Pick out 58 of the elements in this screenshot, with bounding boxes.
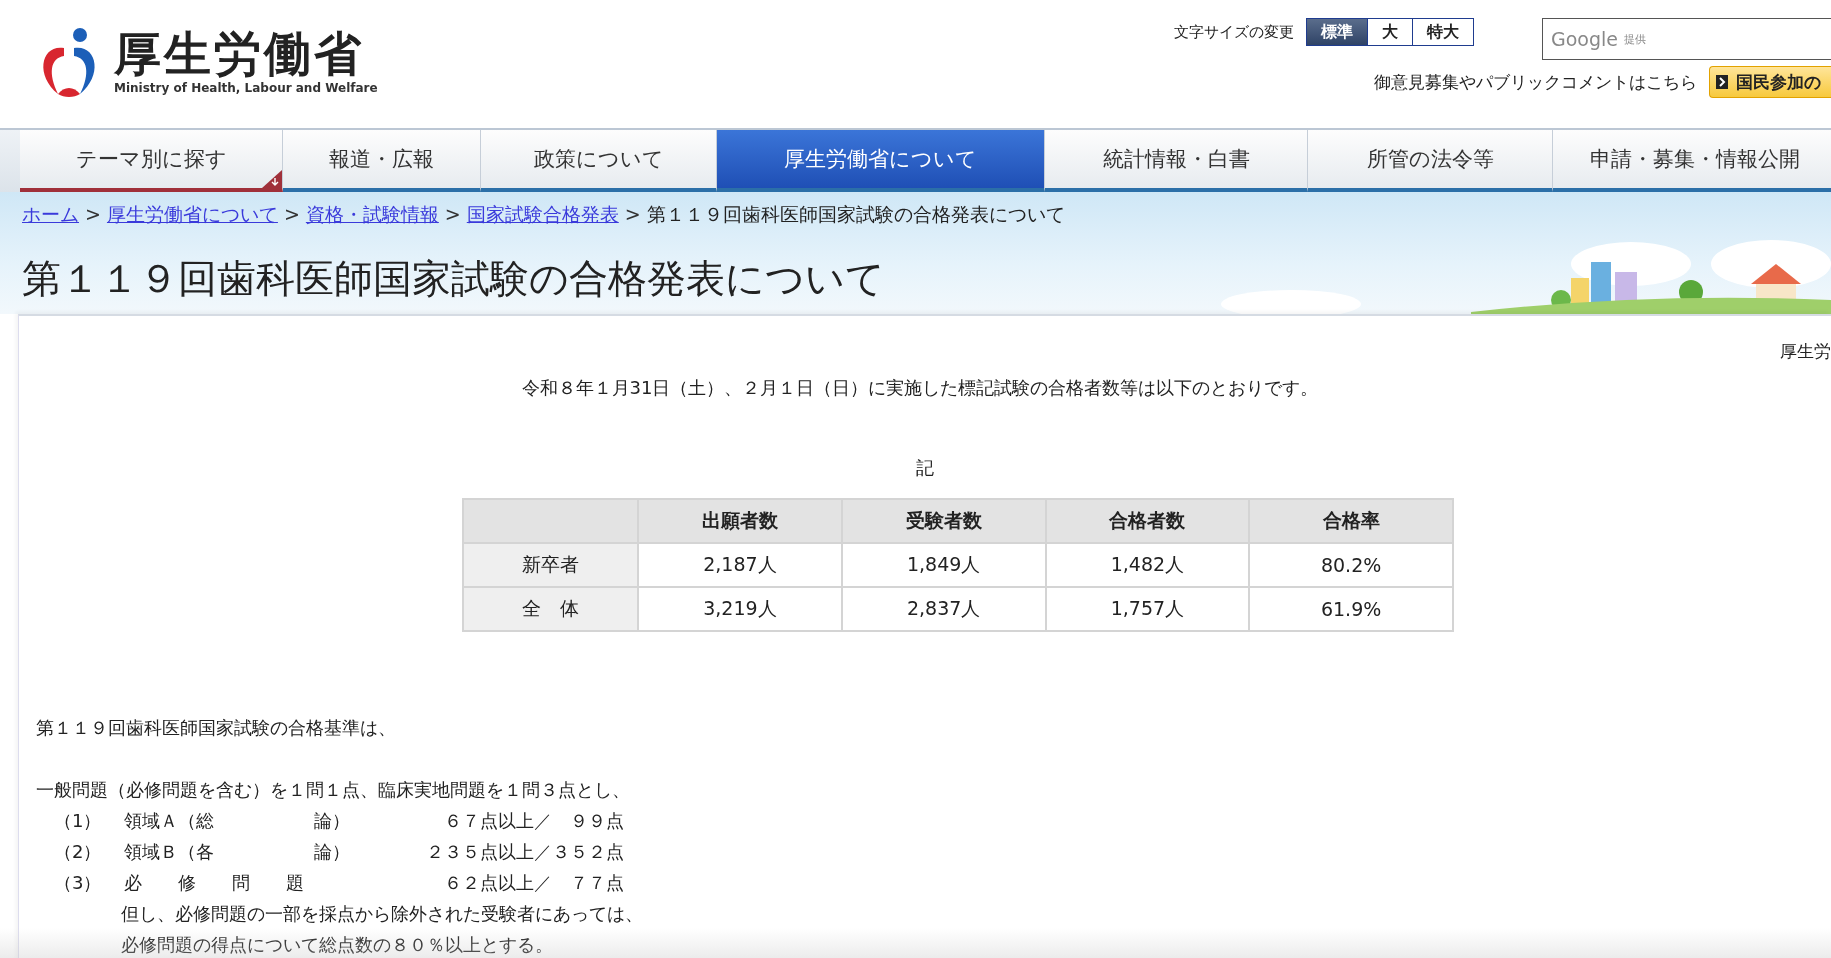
nav-tab[interactable]: 統計情報・白書	[1045, 130, 1308, 192]
font-size-label: 文字サイズの変更	[1174, 22, 1294, 42]
criteria-name: 領域Ｂ（各	[124, 840, 215, 864]
table-row-header: 新卒者	[463, 543, 638, 587]
criteria-note: 必修問題の得点について総点数の８０％以上とする。	[121, 933, 554, 957]
criteria-score: ６２点以上／ ７７点	[443, 871, 625, 895]
table-header-cell: 出願者数	[638, 499, 842, 543]
table-cell: 3,219人	[638, 587, 842, 631]
table-cell: 2,187人	[638, 543, 842, 587]
nav-tab[interactable]: 所管の法令等	[1308, 130, 1553, 192]
table-cell: 61.9%	[1249, 587, 1453, 631]
page-title: 第１１９回歯科医師国家試験の合格発表について	[22, 255, 885, 303]
criteria-name-end: 論）	[314, 840, 351, 864]
criteria-score: ２３５点以上／３５２点	[425, 840, 625, 864]
table-header-cell: 合格率	[1249, 499, 1453, 543]
breadcrumb-separator: >	[444, 203, 461, 225]
criteria-number: （2）	[54, 840, 103, 864]
nav-tab[interactable]: 申請・募集・情報公開	[1553, 130, 1831, 192]
table-cell: 1,757人	[1045, 587, 1250, 631]
criteria-score: ６７点以上／ ９９点	[443, 809, 625, 833]
breadcrumb-separator: >	[283, 203, 300, 225]
nav-tab[interactable]: 報道・広報	[283, 130, 481, 192]
arrow-icon	[1716, 75, 1728, 89]
note-heading: 記	[915, 456, 935, 480]
table-header-cell: 受験者数	[841, 499, 1046, 543]
breadcrumb-separator: >	[624, 203, 641, 225]
breadcrumb-link[interactable]: ホーム	[22, 202, 79, 228]
criteria-heading: 第１１９回歯科医師国家試験の合格基準は、	[36, 716, 397, 740]
participation-button[interactable]: 国民参加の	[1709, 66, 1831, 98]
site-logo-subtitle: Ministry of Health, Labour and Welfare	[114, 80, 378, 95]
breadcrumb-separator: >	[85, 203, 101, 225]
font-size-button[interactable]: 標準	[1307, 19, 1367, 45]
down-arrow-icon	[262, 170, 282, 188]
breadcrumb-link[interactable]: 厚生労働省について	[106, 202, 278, 228]
criteria-note: 但し、必修問題の一部を採点から除外された受験者にあっては、	[121, 902, 644, 926]
table-cell: 80.2%	[1249, 543, 1453, 587]
nav-tab[interactable]: 政策について	[481, 130, 717, 192]
scoring-text: 一般問題（必修問題を含む）を１問１点、臨床実地問題を１問３点とし、	[36, 778, 631, 802]
site-logo-title: 厚生労働省	[114, 29, 365, 77]
public-comment-link[interactable]: 御意見募集やパブリックコメントはこちら	[1374, 70, 1697, 94]
criteria-name: 必 修 問 題	[124, 871, 305, 895]
table-header-cell: 合格者数	[1045, 499, 1250, 543]
criteria-name-end: 論）	[314, 809, 351, 833]
intro-text: 令和８年１月31日（土）、２月１日（日）に実施した標記試験の合格者数等は以下のとおりです。	[520, 376, 1320, 400]
table-cell: 1,849人	[841, 543, 1046, 587]
breadcrumb-current: 第１１９回歯科医師国家試験の合格発表について	[646, 202, 1065, 227]
breadcrumb-link[interactable]: 国家試験合格発表	[466, 202, 619, 228]
criteria-number: （3）	[54, 871, 103, 895]
table-cell: 1,482人	[1045, 543, 1250, 587]
corner-text: 厚生労	[1780, 340, 1831, 363]
criteria-name: 領域Ａ（総	[124, 809, 215, 833]
nav-tab[interactable]: 厚生労働省について	[717, 130, 1045, 192]
search-field[interactable]: Google 提供	[1542, 18, 1831, 60]
table-cell: 2,837人	[841, 587, 1046, 631]
table-row-header: 全 体	[463, 587, 638, 631]
breadcrumb-link[interactable]: 資格・試験情報	[305, 202, 439, 228]
criteria-number: （1）	[54, 809, 103, 833]
nav-tab[interactable]: テーマ別に探す	[20, 130, 283, 192]
